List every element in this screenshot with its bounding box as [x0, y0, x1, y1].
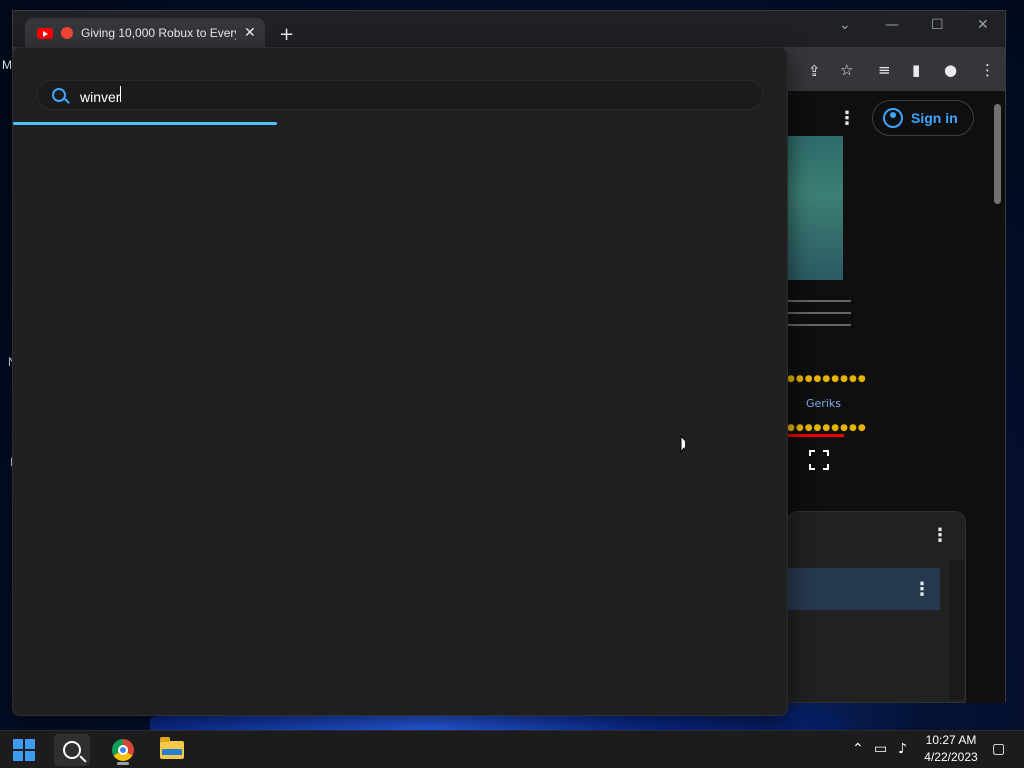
new-tab-button[interactable]: + — [279, 24, 294, 45]
search-icon — [52, 88, 66, 102]
file-explorer-icon — [160, 737, 184, 759]
minimize-button[interactable]: — — [885, 17, 899, 33]
network-icon[interactable]: ▭ — [874, 741, 887, 757]
tab-youtube[interactable]: Giving 10,000 Robux to Everyone ✕ — [25, 18, 265, 48]
notification-icon[interactable]: ▢ — [992, 741, 1005, 757]
clock-time[interactable]: 10:27 AM — [916, 733, 986, 747]
tab-search-button[interactable]: ⌄ — [839, 17, 851, 33]
more-options-icon[interactable]: ⋮ — [913, 579, 931, 600]
chat-lines — [785, 300, 855, 336]
more-options-icon[interactable]: ⋮ — [931, 525, 949, 546]
taskbar — [0, 730, 1024, 768]
volume-icon[interactable]: ♪ — [898, 741, 907, 757]
search-input[interactable]: winver — [80, 85, 720, 105]
tab-strip: Giving 10,000 Robux to Everyone ✕ + ⌄ — … — [13, 11, 1005, 48]
tab-close-icon[interactable]: ✕ — [244, 25, 256, 41]
fullscreen-icon[interactable] — [808, 449, 830, 471]
bookmark-star-icon[interactable]: ☆ — [840, 61, 853, 79]
panel-scrollbar[interactable] — [950, 560, 964, 700]
search-progress-track — [13, 122, 789, 125]
taskbar-search-button[interactable] — [54, 734, 90, 766]
emoji-row: ●●●●●●●●● — [787, 374, 867, 384]
chevron-up-icon[interactable]: ⌃ — [852, 741, 864, 757]
search-icon — [63, 741, 81, 759]
tab-title: Giving 10,000 Robux to Everyone — [81, 26, 236, 40]
sign-in-label: Sign in — [911, 110, 958, 126]
running-indicator — [117, 762, 129, 765]
desktop-icon-label: M — [2, 58, 12, 72]
youtube-favicon-icon — [37, 27, 53, 39]
start-button[interactable] — [6, 734, 42, 766]
search-box[interactable]: winver — [37, 80, 763, 110]
sign-in-button[interactable]: Sign in — [872, 100, 974, 136]
media-control-icon[interactable]: ≡ — [878, 61, 891, 79]
channel-name: Geriks — [806, 397, 841, 410]
chrome-icon — [112, 739, 134, 761]
chrome-menu-icon[interactable]: ⋮ — [980, 61, 995, 79]
recording-indicator-icon — [61, 27, 73, 39]
page-scrollbar[interactable] — [994, 104, 1001, 204]
emoji-row: ●●●●●●●●● — [787, 423, 867, 433]
side-panel-icon[interactable]: ▮ — [912, 61, 920, 79]
text-caret — [120, 85, 122, 102]
maximize-button[interactable]: ☐ — [931, 17, 944, 33]
close-window-button[interactable]: ✕ — [977, 17, 989, 33]
profile-icon[interactable]: ● — [944, 61, 957, 79]
more-options-icon[interactable]: ⋮ — [838, 108, 856, 129]
taskbar-chrome-button[interactable] — [105, 734, 141, 766]
video-progress-bar[interactable] — [788, 434, 844, 437]
windows-start-icon — [13, 739, 35, 761]
clock-date[interactable]: 4/22/2023 — [916, 750, 986, 764]
windows-search-panel: winver — [12, 47, 788, 716]
taskbar-file-explorer-button[interactable] — [154, 734, 190, 766]
search-progress-bar — [13, 122, 277, 125]
share-icon[interactable]: ⇪ — [808, 62, 821, 80]
account-icon — [883, 108, 903, 128]
